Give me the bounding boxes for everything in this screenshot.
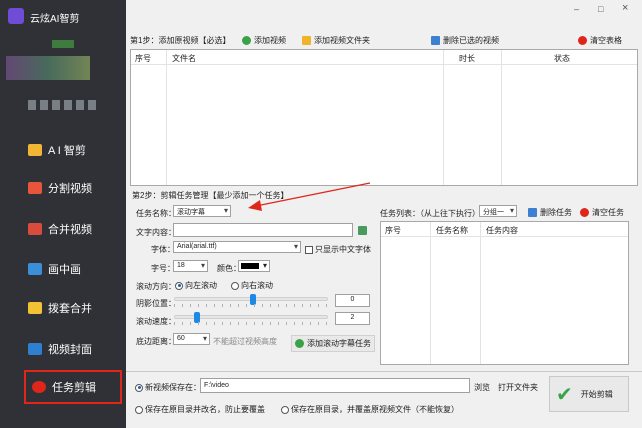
browse-button[interactable]: 浏览 <box>474 382 490 393</box>
add-video-button[interactable]: 添加视频 <box>242 35 286 46</box>
speed-ticks <box>174 322 328 325</box>
col-filename: 文件名 <box>172 54 196 63</box>
radio-icon <box>175 281 183 290</box>
task-clip-icon <box>32 381 46 393</box>
col-index: 序号 <box>135 54 151 63</box>
text-content-input[interactable] <box>173 223 353 237</box>
shadow-value-input[interactable]: 0 <box>335 294 370 307</box>
save-path-radio[interactable]: 新视频保存在： <box>135 382 201 393</box>
task-col-name: 任务名称 <box>436 226 468 235</box>
col-duration: 时长 <box>459 54 475 63</box>
video-cover-icon <box>28 343 42 355</box>
open-folder-button[interactable]: 打开文件夹 <box>498 382 538 393</box>
shadow-ticks <box>174 304 328 307</box>
chevron-down-icon: ▾ <box>262 261 267 270</box>
task-col-content: 任务内容 <box>486 226 518 235</box>
col-status: 状态 <box>554 54 570 63</box>
radio-icon <box>135 405 143 414</box>
sidebar-item-nest-merge[interactable]: 拨套合并 <box>28 297 118 319</box>
checkbox-icon <box>305 245 313 254</box>
task-name-label: 任务名称： <box>136 209 176 218</box>
sidebar-item-ai-clip[interactable]: A I 智剪 <box>28 139 118 161</box>
sidebar-item-task-clip[interactable]: 任务剪辑 <box>24 370 122 404</box>
folder-icon <box>302 36 311 45</box>
picture-in-picture-icon <box>28 263 42 275</box>
blurred-user-info <box>6 56 90 80</box>
task-list-label: 任务列表：（从上往下执行） <box>380 209 480 218</box>
add-folder-button[interactable]: 添加视频文件夹 <box>302 35 370 46</box>
blurred-avatar <box>52 40 74 48</box>
size-label: 字号： <box>151 264 175 273</box>
color-swatch <box>241 263 259 269</box>
ai-clip-icon <box>28 144 42 156</box>
merge-video-icon <box>28 223 42 235</box>
main-panel: – □ × 第1步：添加原视频【必选】 添加视频 添加视频文件夹 删除已选的视频… <box>126 0 642 428</box>
sidebar-item-picture-in-picture[interactable]: 画中画 <box>28 258 118 280</box>
clear-icon <box>578 36 587 45</box>
clear-tasks-button[interactable]: 清空任务 <box>580 207 624 218</box>
sidebar: 云炫AI智剪 A I 智剪 分割视频 合并视频 画中画 拨套合并 视频封面 任务… <box>0 0 126 428</box>
font-label: 字体： <box>151 245 175 254</box>
checkmark-icon: ✔ <box>556 383 573 406</box>
radio-icon <box>231 281 239 290</box>
font-select[interactable]: Arial(arial.ttf) <box>173 241 301 253</box>
step1-label: 第1步：添加原视频【必选】 <box>130 36 231 45</box>
group-select[interactable]: 分组一 <box>479 205 517 217</box>
bottom-distance-select[interactable]: 60 <box>173 333 210 345</box>
sidebar-item-merge-video[interactable]: 合并视频 <box>28 218 118 240</box>
nest-merge-icon <box>28 302 42 314</box>
speed-label: 滚动速度： <box>136 317 176 326</box>
radio-icon <box>281 405 289 414</box>
close-button[interactable]: × <box>622 2 628 14</box>
color-picker[interactable]: ▾ <box>238 260 270 272</box>
delete-file-icon <box>528 208 537 217</box>
direction-label: 滚动方向： <box>136 282 176 291</box>
add-icon <box>242 36 251 45</box>
direction-left-radio[interactable]: 向左滚动 <box>175 280 217 291</box>
clear-table-button[interactable]: 清空表格 <box>578 35 622 46</box>
minimize-button[interactable]: – <box>574 4 579 14</box>
save-overwrite-radio[interactable]: 保存在原目录，并覆盖原视频文件（不能恢复） <box>281 404 459 415</box>
bottom-distance-hint: 不能超过视频高度 <box>213 337 277 346</box>
task-col-index: 序号 <box>385 226 401 235</box>
split-video-icon <box>28 182 42 194</box>
text-content-label: 文字内容： <box>136 228 176 237</box>
bottom-distance-label: 底边距离： <box>136 337 176 346</box>
app-logo-icon <box>8 8 24 24</box>
clear-icon <box>580 208 589 217</box>
delete-selected-button[interactable]: 删除已选的视频 <box>431 35 499 46</box>
size-select[interactable]: 18 <box>173 260 208 272</box>
video-table[interactable]: 序号 文件名 时长 状态 <box>130 49 638 186</box>
blurred-account-text <box>28 100 98 110</box>
maximize-button[interactable]: □ <box>598 4 603 14</box>
sidebar-item-video-cover[interactable]: 视频封面 <box>28 338 118 360</box>
start-clip-button[interactable]: ✔ 开始剪辑 <box>549 376 629 412</box>
shadow-label: 阴影位置： <box>136 299 176 308</box>
save-rename-radio[interactable]: 保存在原目录并改名，防止要覆盖 <box>135 404 265 415</box>
add-icon <box>295 339 304 348</box>
app-title: 云炫AI智剪 <box>30 14 80 25</box>
radio-icon <box>135 383 143 392</box>
save-path-input[interactable]: F:\video <box>200 378 470 393</box>
add-scroll-task-button[interactable]: 添加滚动字幕任务 <box>291 335 375 352</box>
sidebar-item-split-video[interactable]: 分割视频 <box>28 177 118 199</box>
delete-file-icon <box>431 36 440 45</box>
task-name-select[interactable]: 滚动字幕 <box>173 205 231 217</box>
red-arrow-annotation <box>248 182 371 211</box>
section-divider <box>126 371 642 372</box>
task-table[interactable]: 序号 任务名称 任务内容 <box>380 221 629 365</box>
cjk-only-checkbox[interactable]: 只显示中文字体 <box>305 244 371 255</box>
insert-text-icon[interactable] <box>358 226 367 235</box>
speed-value-input[interactable]: 2 <box>335 312 370 325</box>
direction-right-radio[interactable]: 向右滚动 <box>231 280 273 291</box>
delete-task-button[interactable]: 删除任务 <box>528 207 572 218</box>
